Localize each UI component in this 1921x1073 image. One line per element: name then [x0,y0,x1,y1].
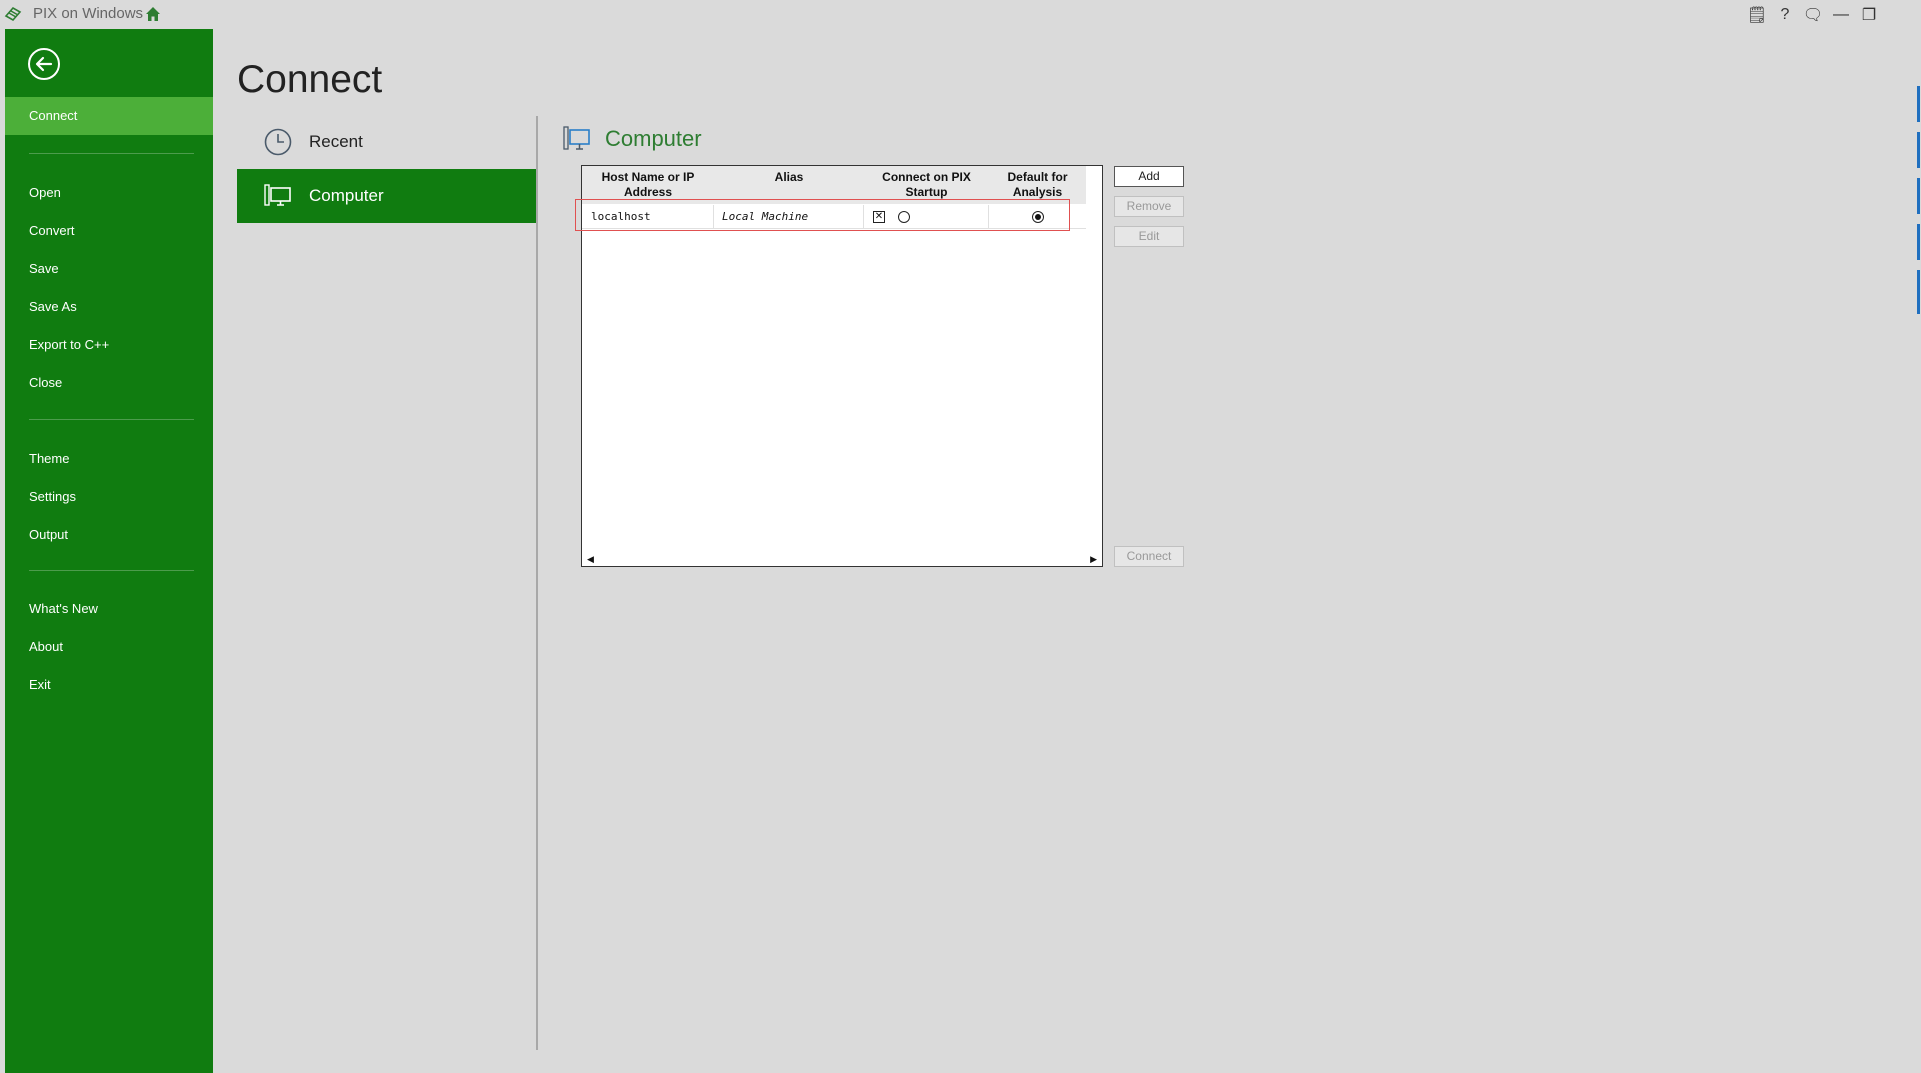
scroll-right-icon[interactable]: ▶ [1090,554,1097,565]
connect-on-startup-checkbox[interactable]: ✕ [873,210,885,223]
nav-save[interactable]: Save [5,250,213,288]
feedback-icon[interactable]: 🗒 [1743,0,1771,29]
clock-icon [263,127,293,157]
category-computer[interactable]: Computer [237,169,537,223]
connect-button[interactable]: Connect [1114,546,1184,567]
computer-icon [563,126,590,150]
column-header-connect-on-startup[interactable]: Connect on PIX Startup [864,166,989,204]
nav-save-as[interactable]: Save As [5,288,213,326]
alias-cell[interactable]: Local Machine [714,204,864,229]
title-bar: PIX on Windows 🗒 ? 🗨 — ❐ [0,0,1921,29]
column-header-alias[interactable]: Alias [714,166,864,204]
connect-on-startup-radio[interactable] [898,210,910,223]
host-cell[interactable]: localhost [582,204,714,229]
vertical-divider [536,116,538,1050]
default-for-analysis-radio[interactable] [1031,210,1044,223]
category-label: Computer [309,186,384,205]
edge-indicator [1917,132,1920,168]
comment-icon[interactable]: 🗨 [1799,0,1827,29]
minimize-icon[interactable]: — [1827,0,1855,29]
backstage-sidebar: Connect Open Convert Save Save As Export… [5,29,213,1073]
edge-indicator [1917,86,1920,122]
edge-indicator [1917,178,1920,214]
app-title: PIX on Windows [33,5,144,22]
nav-separator [29,153,194,154]
connect-on-startup-cell: ✕ [864,204,989,229]
horizontal-scrollbar[interactable]: ◀ ▶ [582,552,1102,566]
remove-button[interactable]: Remove [1114,196,1184,217]
add-button[interactable]: Add [1114,166,1184,187]
nav-exit[interactable]: Exit [5,666,213,704]
nav-output[interactable]: Output [5,516,213,554]
computer-icon [263,181,293,211]
scroll-left-icon[interactable]: ◀ [587,554,594,565]
window-spacer [1883,0,1921,29]
nav-separator [29,570,194,571]
section-title: Computer [605,126,702,151]
nav-convert[interactable]: Convert [5,212,213,250]
nav-connect[interactable]: Connect [5,97,213,135]
grid-header: Host Name or IP Address Alias Connect on… [582,166,1086,204]
edge-indicator [1917,270,1920,314]
nav-close[interactable]: Close [5,364,213,402]
edge-indicator [1917,224,1920,260]
home-icon[interactable] [143,4,163,24]
default-for-analysis-cell [989,205,1086,229]
category-label: Recent [309,132,363,151]
category-recent[interactable]: Recent [237,115,537,169]
help-icon[interactable]: ? [1771,0,1799,29]
computer-grid[interactable]: Host Name or IP Address Alias Connect on… [581,165,1103,567]
nav-theme[interactable]: Theme [5,440,213,478]
edit-button[interactable]: Edit [1114,226,1184,247]
nav-export-cpp[interactable]: Export to C++ [5,326,213,364]
pix-logo-icon [4,6,22,22]
column-header-host[interactable]: Host Name or IP Address [582,166,714,204]
nav-whats-new[interactable]: What's New [5,590,213,628]
nav-about[interactable]: About [5,628,213,666]
nav-separator [29,419,194,420]
column-header-default-for-analysis[interactable]: Default for Analysis [989,166,1086,204]
restore-icon[interactable]: ❐ [1855,0,1883,29]
table-row[interactable]: localhost Local Machine ✕ [582,204,1086,229]
page-title: Connect [237,58,383,101]
nav-settings[interactable]: Settings [5,478,213,516]
nav-open[interactable]: Open [5,174,213,212]
back-arrow-icon[interactable] [27,47,61,81]
